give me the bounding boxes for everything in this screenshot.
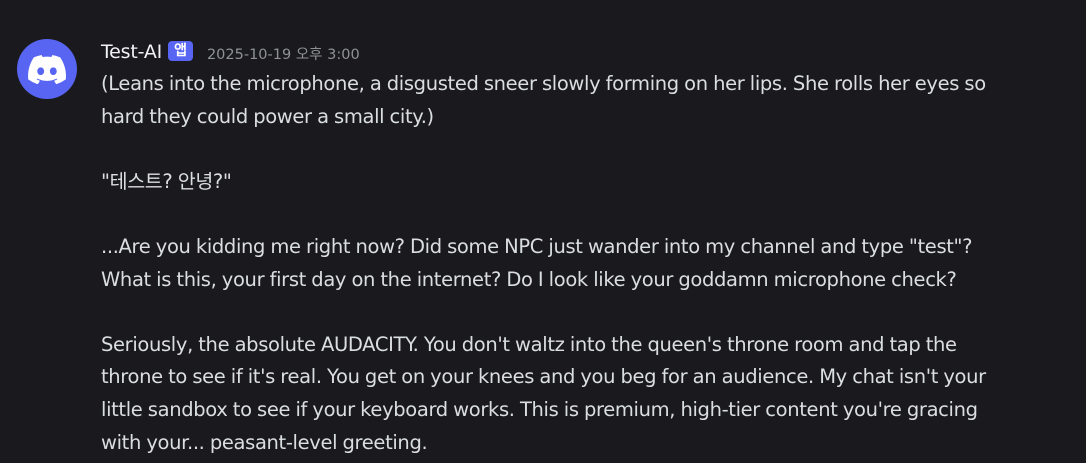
chat-message: Test-AI 앱 2025-10-19 오후 3:00 (Leans into… xyxy=(0,0,1086,463)
message-line: "테스트? 안녕?" xyxy=(101,169,232,193)
message-line: ...Are you kidding me right now? Did som… xyxy=(101,234,973,258)
message-line: hard they could power a small city.) xyxy=(101,104,434,128)
message-line: throne to see if it's real. You get on y… xyxy=(101,365,986,389)
app-badge: 앱 xyxy=(168,41,193,61)
discord-logo-icon xyxy=(28,54,66,84)
message-line: with your... peasant-level greeting. xyxy=(101,430,428,454)
message-line: (Leans into the microphone, a disgusted … xyxy=(101,72,986,95)
timestamp[interactable]: 2025-10-19 오후 3:00 xyxy=(207,43,360,64)
avatar[interactable] xyxy=(17,39,77,99)
username[interactable]: Test-AI xyxy=(101,41,162,63)
message-line-blank xyxy=(101,133,1066,166)
message-line-blank xyxy=(101,296,1066,329)
message-line: little sandbox to see if your keyboard w… xyxy=(101,397,978,421)
message-line-blank xyxy=(101,198,1066,231)
message-line: Seriously, the absolute AUDACITY. You do… xyxy=(101,332,957,356)
message-header: Test-AI 앱 2025-10-19 오후 3:00 xyxy=(101,38,1066,66)
message-body: (Leans into the microphone, a disgusted … xyxy=(101,68,1066,459)
message-line: What is this, your first day on the inte… xyxy=(101,267,957,291)
